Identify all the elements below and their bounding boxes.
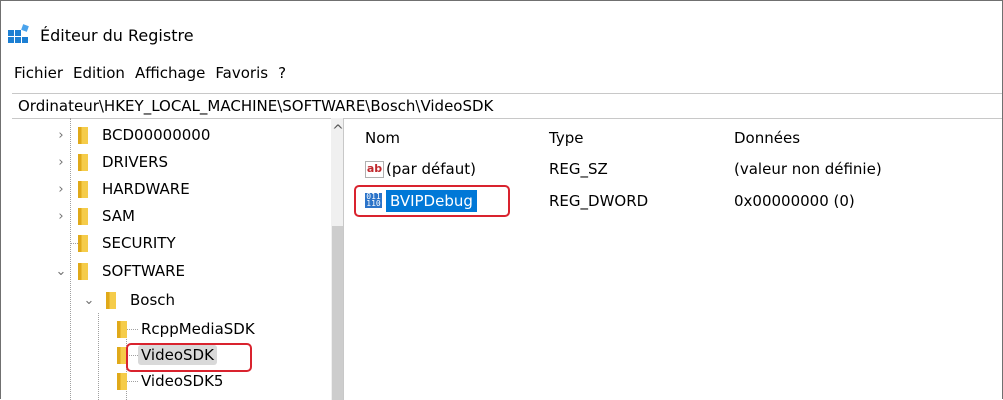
menu-help[interactable]: ? (273, 62, 291, 84)
tree-item-label: SECURITY (102, 234, 176, 252)
title-bar: Éditeur du Registre (8, 22, 194, 48)
chevron-down-icon[interactable]: ⌄ (82, 293, 96, 308)
folder-icon (106, 291, 116, 309)
value-data: 0x00000000 (0) (734, 192, 855, 210)
tree-item-security[interactable]: SECURITY (54, 230, 179, 256)
scrollbar-thumb[interactable] (332, 226, 343, 400)
chevron-down-icon[interactable]: ⌄ (54, 264, 68, 279)
folder-icon (78, 262, 88, 280)
folder-icon (78, 207, 88, 225)
tree-item-label: SOFTWARE (102, 262, 186, 280)
key-tree-pane: › BCD00000000 › DRIVERS › HARDWARE › SAM… (12, 118, 344, 400)
tree-item-drivers[interactable]: › DRIVERS (54, 149, 171, 175)
value-type: REG_DWORD (549, 192, 649, 210)
values-list-pane: Nom Type Données ab (par défaut) REG_SZ … (344, 118, 1002, 400)
chevron-right-icon[interactable]: › (54, 128, 68, 143)
menu-favoris[interactable]: Favoris (210, 62, 273, 84)
folder-icon (78, 234, 88, 252)
window-title: Éditeur du Registre (40, 25, 194, 45)
tree-item-label: BCD00000000 (102, 126, 211, 144)
folder-icon (78, 180, 88, 198)
tree-item-videosdk5[interactable]: VideoSDK5 (117, 368, 226, 394)
chevron-right-icon[interactable]: › (54, 155, 68, 170)
folder-icon (78, 153, 88, 171)
tree-item-label: RcppMediaSDK (141, 320, 255, 338)
tree-item-software[interactable]: ⌄ SOFTWARE (54, 258, 188, 284)
tree-item-label: Bosch (130, 291, 176, 309)
value-name: (par défaut) (386, 160, 476, 178)
tree-item-bosch[interactable]: ⌄ Bosch (82, 287, 178, 313)
menu-bar: Fichier Edition Affichage Favoris ? (14, 62, 291, 84)
chevron-right-icon[interactable]: › (54, 182, 68, 197)
column-header-type[interactable]: Type (549, 129, 583, 147)
menu-affichage[interactable]: Affichage (130, 62, 210, 84)
menu-fichier[interactable]: Fichier (14, 62, 68, 84)
menu-edition[interactable]: Edition (68, 62, 130, 84)
column-header-name[interactable]: Nom (365, 129, 400, 147)
tree-item-hardware[interactable]: › HARDWARE (54, 176, 193, 202)
tree-item-sam[interactable]: › SAM (54, 203, 138, 229)
tree-item-label: DRIVERS (102, 153, 169, 171)
chevron-right-icon[interactable]: › (54, 209, 68, 224)
tree-item-label: HARDWARE (102, 180, 190, 198)
scroll-up-arrow-icon[interactable]: ^ (332, 124, 343, 138)
string-value-icon: ab (365, 161, 384, 178)
tree-item-rcppmediasdk[interactable]: RcppMediaSDK (117, 316, 258, 342)
folder-icon (117, 372, 127, 390)
registry-editor-icon (8, 24, 30, 45)
tree-item-bcd[interactable]: › BCD00000000 (54, 122, 213, 148)
tree-item-label: SAM (102, 207, 136, 225)
value-type: REG_SZ (549, 160, 608, 178)
column-header-data[interactable]: Données (734, 129, 800, 147)
address-bar[interactable]: Ordinateur\HKEY_LOCAL_MACHINE\SOFTWARE\B… (12, 93, 1002, 119)
folder-icon (117, 320, 127, 338)
highlight-box (354, 185, 510, 217)
address-path[interactable]: Ordinateur\HKEY_LOCAL_MACHINE\SOFTWARE\B… (18, 96, 493, 116)
folder-icon (78, 126, 88, 144)
value-row[interactable]: ab (par défaut) REG_SZ (valeur non défin… (344, 158, 1002, 182)
tree-guide-line (98, 313, 99, 400)
value-data: (valeur non définie) (734, 160, 882, 178)
tree-item-label: VideoSDK5 (141, 372, 224, 390)
